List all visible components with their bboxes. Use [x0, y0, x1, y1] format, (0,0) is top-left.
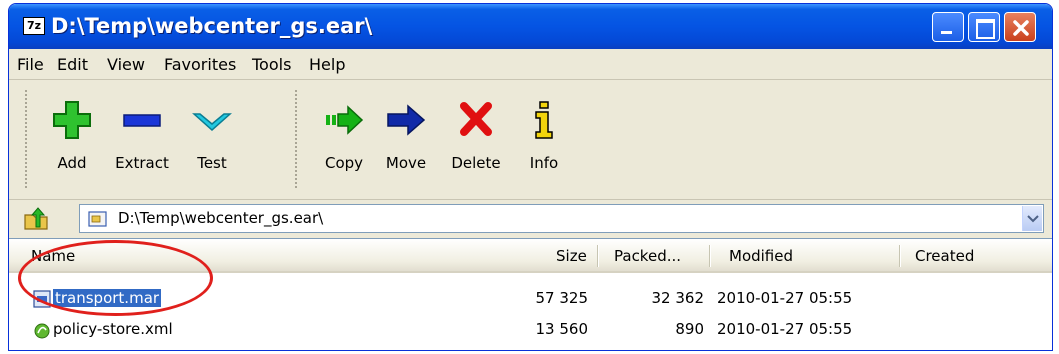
close-button[interactable] — [1004, 12, 1036, 42]
column-divider[interactable] — [597, 245, 599, 267]
move-button[interactable]: Move — [371, 88, 441, 188]
address-dropdown-button[interactable] — [1022, 206, 1042, 231]
address-field[interactable]: D:\Temp\webcenter_gs.ear\ — [79, 204, 1044, 233]
archive-icon — [33, 290, 51, 308]
move-arrow-icon — [387, 104, 426, 136]
column-divider[interactable] — [899, 245, 901, 267]
app-7zip-icon[interactable]: 7z — [23, 17, 45, 35]
maximize-button[interactable] — [968, 12, 1000, 42]
column-modified[interactable]: Modified — [729, 247, 793, 265]
chevron-down-icon — [1027, 215, 1039, 223]
file-name[interactable]: policy-store.xml — [53, 320, 173, 338]
extract-minus-icon — [123, 114, 161, 127]
extract-button[interactable]: Extract — [107, 88, 177, 188]
delete-x-icon — [460, 102, 492, 136]
menu-view[interactable]: View — [107, 55, 145, 74]
column-size[interactable]: Size — [556, 247, 587, 265]
address-path: D:\Temp\webcenter_gs.ear\ — [118, 209, 324, 227]
folder-up-icon[interactable] — [23, 207, 51, 231]
file-name[interactable]: transport.mar — [53, 289, 162, 307]
info-button[interactable]: Info — [509, 88, 579, 188]
title-bar[interactable]: 7z D:\Temp\webcenter_gs.ear\ — [9, 4, 1052, 49]
table-row[interactable]: transport.mar 57 325 32 362 2010-01-27 0… — [9, 286, 1052, 312]
file-packed: 32 362 — [651, 289, 705, 307]
column-name[interactable]: Name — [31, 247, 75, 265]
menu-file[interactable]: File — [17, 55, 44, 74]
window-title: D:\Temp\webcenter_gs.ear\ — [51, 14, 373, 38]
file-size: 57 325 — [535, 289, 589, 307]
column-created[interactable]: Created — [915, 247, 974, 265]
test-button[interactable]: Test — [177, 88, 247, 188]
menu-bar: File Edit View Favorites Tools Help — [9, 49, 1052, 80]
copy-arrow-icon — [326, 105, 364, 135]
toolbar-grip-2[interactable] — [295, 90, 297, 190]
column-divider[interactable] — [709, 245, 711, 267]
column-packed[interactable]: Packed... — [614, 247, 681, 265]
file-modified: 2010-01-27 05:55 — [717, 289, 853, 307]
list-header: Name Size Packed... Modified Created — [9, 239, 1052, 273]
delete-button[interactable]: Delete — [441, 88, 511, 188]
copy-button[interactable]: Copy — [309, 88, 379, 188]
file-list[interactable]: Name Size Packed... Modified Created tra… — [9, 238, 1052, 350]
add-plus-icon — [53, 101, 91, 139]
close-icon — [1013, 20, 1029, 36]
file-packed: 890 — [675, 320, 704, 338]
app-window: 7z D:\Temp\webcenter_gs.ear\ File Edit V… — [8, 3, 1053, 351]
menu-tools[interactable]: Tools — [252, 55, 291, 74]
test-check-icon — [192, 113, 232, 132]
file-size: 13 560 — [535, 320, 589, 338]
menu-edit[interactable]: Edit — [57, 55, 88, 74]
file-modified: 2010-01-27 05:55 — [717, 320, 853, 338]
info-label: Info — [529, 154, 559, 172]
table-row[interactable]: policy-store.xml 13 560 890 2010-01-27 0… — [9, 317, 1052, 343]
menu-favorites[interactable]: Favorites — [164, 55, 236, 74]
test-label: Test — [197, 154, 227, 172]
address-bar: D:\Temp\webcenter_gs.ear\ — [9, 201, 1052, 236]
toolbar-grip[interactable] — [25, 90, 27, 190]
toolbar: Add Extract Test Copy Move Delete Info — [9, 80, 1052, 200]
archive-folder-icon — [88, 211, 107, 227]
xml-file-icon — [34, 323, 50, 339]
info-icon — [535, 101, 553, 139]
menu-help[interactable]: Help — [309, 55, 345, 74]
add-button[interactable]: Add — [37, 88, 107, 188]
minimize-button[interactable] — [932, 12, 964, 42]
